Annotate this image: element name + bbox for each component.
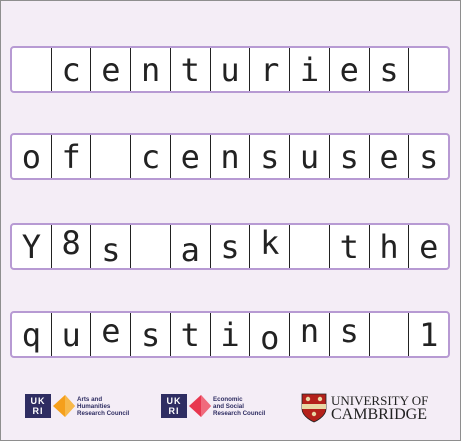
letter-tile: t [169, 313, 210, 356]
cambridge-wordmark: UNIVERSITY OF CAMBRIDGE [331, 392, 429, 423]
letter-tile: s [130, 313, 170, 356]
letter-tile: s [90, 225, 130, 268]
letter-tile: n [289, 313, 329, 356]
letter-tile: e [90, 48, 130, 91]
letter-tile: s [368, 48, 409, 91]
title-card: c e n t u r i e s o f c e n s u s e s Y … [0, 0, 461, 441]
letter-tile: s [408, 135, 448, 178]
ahrc-name: Arts and Humanities Research Council [77, 395, 130, 417]
letter-tile: Y [21, 227, 41, 266]
letter-tile: i [209, 313, 250, 356]
letter-tile [90, 135, 130, 178]
title-row-3: Y 8 s a s k t h e [10, 223, 450, 270]
letter-tile: i [289, 48, 329, 91]
letter-tile: s [249, 135, 289, 178]
letter-tile: r [249, 48, 289, 91]
letter-tile: s [328, 135, 369, 178]
letter-tile: u [289, 135, 329, 178]
title-row-1: c e n t u r i e s [10, 46, 450, 93]
letter-tile [12, 48, 51, 91]
letter-tile: s [328, 313, 369, 356]
letter-tile: c [50, 48, 91, 91]
letter-tile: h [368, 225, 409, 268]
letter-tile: f [50, 135, 91, 178]
letter-tile: e [368, 135, 409, 178]
letter-tile: q [21, 315, 41, 354]
cambridge-shield-icon [301, 393, 327, 423]
ukri-mark: UK RI [161, 394, 187, 418]
ukri-mark: UK RI [25, 394, 51, 418]
letter-tile: e [328, 48, 369, 91]
letter-tile [408, 48, 448, 91]
letter-tile: n [130, 48, 170, 91]
letter-tile [289, 225, 329, 268]
letter-tile: o [249, 313, 289, 356]
esrc-shape-icon [189, 395, 211, 417]
letter-tile: e [408, 225, 448, 268]
letter-tile: a [169, 225, 210, 268]
letter-tile: e [169, 135, 210, 178]
esrc-name: Economic and Social Research Council [213, 395, 266, 417]
letter-tile: s [209, 225, 250, 268]
letter-tile: t [169, 48, 210, 91]
funder-logos: UK RI Arts and Humanities Research Counci… [1, 385, 463, 435]
esrc-logo: UK RI Economic and Social Research Counci… [161, 393, 265, 419]
letter-tile: e [90, 313, 130, 356]
letter-tile: n [209, 135, 250, 178]
letter-tile: 1 [408, 313, 448, 356]
letter-tile: u [209, 48, 250, 91]
cambridge-logo: UNIVERSITY OF CAMBRIDGE [301, 393, 428, 423]
letter-tile: k [249, 225, 289, 268]
letter-tile: t [328, 225, 369, 268]
ahrc-shape-icon [53, 395, 75, 417]
letter-tile [368, 313, 409, 356]
letter-tile: u [50, 313, 91, 356]
letter-tile [130, 225, 170, 268]
letter-tile: c [130, 135, 170, 178]
letter-tile: o [21, 137, 41, 176]
ahrc-logo: UK RI Arts and Humanities Research Counci… [25, 393, 129, 419]
letter-tile: 8 [50, 225, 91, 268]
title-row-2: o f c e n s u s e s [10, 133, 450, 180]
title-row-4: q u e s t i o n s 1 [10, 311, 450, 358]
